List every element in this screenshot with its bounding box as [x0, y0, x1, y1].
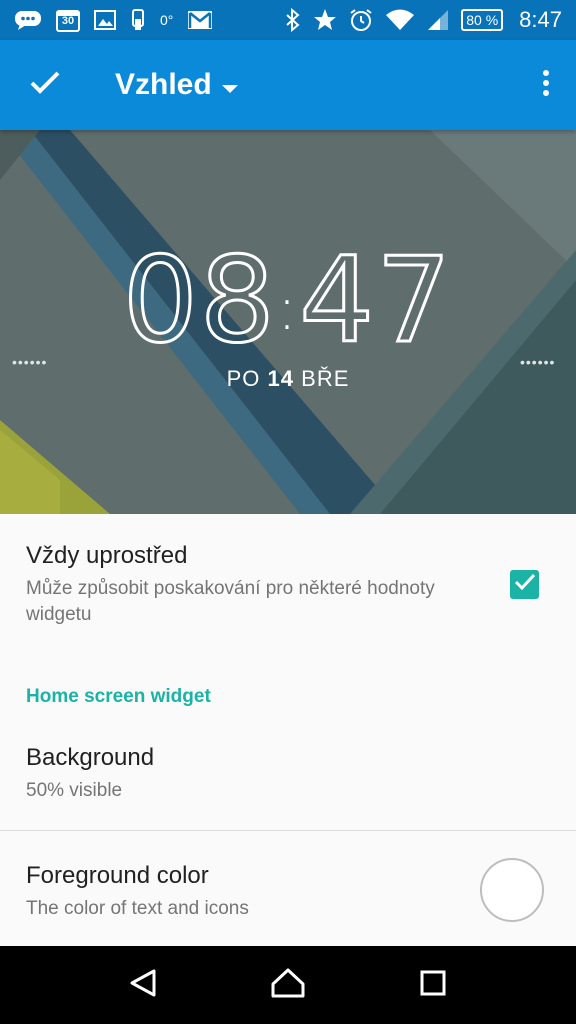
alarm-icon: [349, 8, 373, 32]
pref-foreground-color[interactable]: Foreground color The color of text and i…: [26, 862, 456, 922]
gmail-icon: [187, 10, 213, 30]
section-header-home-widget: Home screen widget: [26, 686, 211, 707]
home-icon: [271, 968, 305, 1003]
pref-always-center-title: Vždy uprostřed: [26, 542, 188, 569]
checkmark-icon: [514, 573, 536, 596]
calendar-day: 30: [61, 15, 75, 27]
pref-always-center[interactable]: Vždy uprostřed Může způsobit poskakování…: [26, 542, 466, 628]
pref-foreground-color-summary: The color of text and icons: [26, 898, 249, 919]
app-bar: Vzhled: [0, 40, 576, 130]
navigation-bar: [0, 946, 576, 1024]
title-dropdown[interactable]: Vzhled: [115, 68, 238, 102]
preview-day-name: PO: [226, 366, 261, 391]
preview-hours: 08: [121, 231, 277, 369]
page-title: Vzhled: [115, 68, 212, 101]
preview-date: PO 14 BŘE: [0, 366, 576, 392]
pref-foreground-color-title: Foreground color: [26, 862, 209, 889]
recents-button[interactable]: [403, 955, 463, 1015]
signal-icon: [427, 9, 449, 31]
pref-always-center-summary: Může způsobit poskakování pro některé ho…: [26, 578, 435, 625]
preview-separator: :: [276, 273, 300, 344]
preview-month: BŘE: [301, 366, 350, 391]
star-icon: [313, 8, 337, 32]
dropdown-arrow-icon: [221, 68, 238, 102]
always-center-checkbox[interactable]: [510, 570, 539, 599]
messages-icon: [14, 9, 42, 31]
back-icon: [128, 968, 158, 1003]
check-icon: [29, 70, 61, 101]
home-button[interactable]: [258, 955, 318, 1015]
more-vert-icon: [542, 69, 550, 102]
preview-clock: 08:47: [0, 239, 576, 369]
overflow-menu-button[interactable]: [516, 40, 576, 130]
preview-day-number: 14: [267, 366, 295, 391]
status-bar: 30 0° 80 % 8:47: [0, 0, 576, 40]
battery-icon: 80 %: [461, 9, 504, 31]
temperature-text: 0°: [160, 12, 174, 28]
confirm-button[interactable]: [0, 40, 90, 130]
back-button[interactable]: [113, 955, 173, 1015]
phone-clip-icon: [130, 9, 146, 31]
preview-minutes: 47: [298, 231, 454, 369]
calendar-icon: 30: [56, 8, 80, 32]
wifi-icon: [385, 8, 415, 32]
divider: [0, 830, 576, 831]
recents-icon: [419, 969, 447, 1002]
bluetooth-icon: [285, 8, 301, 32]
widget-preview: •••••• •••••• 08:47 PO 14 BŘE: [0, 130, 576, 514]
pref-background[interactable]: Background 50% visible: [26, 744, 526, 804]
pref-background-summary: 50% visible: [26, 780, 123, 801]
gallery-icon: [94, 10, 116, 30]
settings-list: Vždy uprostřed Může způsobit poskakování…: [0, 514, 576, 946]
pref-background-title: Background: [26, 744, 155, 771]
status-clock: 8:47: [519, 7, 562, 32]
foreground-color-swatch[interactable]: [480, 858, 544, 922]
